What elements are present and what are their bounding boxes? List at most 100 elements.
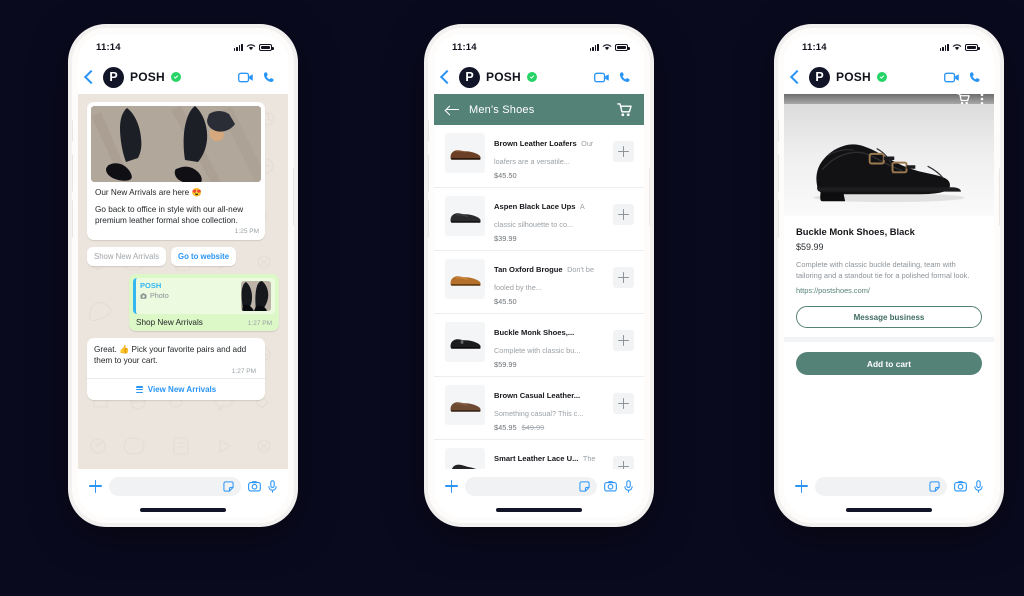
message-input[interactable] — [815, 476, 947, 496]
add-attachment-icon[interactable] — [795, 479, 808, 493]
incoming-message-bubble-2[interactable]: Great. 👍 Pick your favorite pairs and ad… — [87, 338, 265, 401]
product-name: Brown Leather Loafers — [494, 139, 577, 148]
shoe-image — [813, 144, 965, 203]
phone-volume-down-button — [778, 200, 779, 238]
product-url[interactable]: https://postshoes.com/ — [796, 286, 982, 295]
add-to-cart-button[interactable]: Add to cart — [796, 352, 982, 376]
product-price: $59.99 — [494, 360, 604, 369]
catalog-header: Men's Shoes — [434, 94, 644, 125]
add-to-cart-button[interactable] — [613, 456, 634, 469]
message-business-button[interactable]: Message business — [796, 306, 982, 329]
microphone-icon[interactable] — [974, 479, 983, 493]
quick-reply-buttons: Show New Arrivals Go to website — [87, 247, 279, 267]
chat-header: P POSH — [78, 60, 288, 94]
product-thumbnail[interactable] — [445, 322, 485, 362]
add-attachment-icon[interactable] — [89, 479, 102, 493]
incoming-message-bubble[interactable]: Our New Arrivals are here 😍 Go back to o… — [87, 102, 265, 241]
product-row[interactable]: Buckle Monk Shoes,... Complete with clas… — [434, 314, 644, 377]
add-to-cart-button[interactable] — [613, 393, 634, 414]
add-attachment-icon[interactable] — [445, 479, 458, 493]
add-to-cart-button[interactable] — [613, 141, 634, 162]
message-line-1: Our New Arrivals are here 😍 — [95, 188, 202, 197]
view-new-arrivals-button[interactable]: View New Arrivals — [87, 379, 265, 400]
product-thumbnail[interactable] — [445, 448, 485, 469]
add-to-cart-button[interactable] — [613, 267, 634, 288]
quick-reply-go-to-website[interactable]: Go to website — [171, 247, 237, 267]
sticker-icon[interactable] — [579, 480, 590, 492]
sticker-icon[interactable] — [929, 480, 940, 492]
contact-name[interactable]: POSH — [486, 70, 521, 84]
product-row[interactable]: Smart Leather Lace U... The quintessenti… — [434, 440, 644, 469]
outgoing-caption-text: Shop New Arrivals — [136, 318, 203, 328]
message-image[interactable] — [91, 106, 261, 182]
avatar[interactable]: P — [809, 66, 830, 88]
product-hero-image[interactable] — [784, 104, 994, 216]
product-thumbnail[interactable] — [445, 133, 485, 173]
shopping-cart-icon[interactable] — [617, 102, 632, 117]
microphone-icon[interactable] — [624, 479, 633, 493]
back-chevron-icon[interactable] — [439, 69, 455, 85]
add-to-cart-button[interactable] — [613, 204, 634, 225]
avatar[interactable]: P — [459, 66, 480, 88]
back-arrow-icon[interactable] — [446, 105, 459, 115]
product-thumbnail[interactable] — [445, 196, 485, 236]
product-row[interactable]: Brown Leather Loafers Our loafers are a … — [434, 125, 644, 188]
product-price: $45.95 $49.99 — [494, 423, 604, 432]
list-icon — [135, 386, 143, 394]
product-name: Smart Leather Lace U... — [494, 454, 579, 463]
sticker-icon[interactable] — [223, 480, 234, 492]
product-row[interactable]: Aspen Black Lace Ups A classic silhouett… — [434, 188, 644, 251]
product-price: $39.99 — [494, 234, 604, 243]
product-name: Aspen Black Lace Ups — [494, 202, 576, 211]
outgoing-message-bubble[interactable]: POSH Photo Shop New Arrivals 1:27 PM — [129, 274, 279, 332]
message-input-bar — [434, 469, 644, 503]
avatar[interactable]: P — [103, 66, 124, 88]
quick-reply-show-new-arrivals[interactable]: Show New Arrivals — [87, 247, 166, 267]
product-title: Buckle Monk Shoes, Black — [796, 226, 915, 237]
price-current: $45.50 — [494, 171, 517, 180]
contact-name[interactable]: POSH — [836, 70, 871, 84]
incoming-2-body: Great. 👍 Pick your favorite pairs and ad… — [87, 338, 265, 378]
phone-call-icon[interactable] — [969, 71, 982, 84]
message-input[interactable] — [109, 476, 241, 496]
camera-icon[interactable] — [248, 480, 261, 492]
phone-mute-switch — [778, 120, 779, 142]
home-indicator — [434, 503, 644, 517]
header-actions — [594, 71, 632, 84]
phone1-screen: 11:14 P POSH Our New Arrivals are here 😍… — [78, 34, 288, 517]
add-to-cart-button[interactable] — [613, 330, 634, 351]
camera-icon[interactable] — [954, 480, 967, 492]
phone-call-icon[interactable] — [619, 71, 632, 84]
phone-power-button — [999, 168, 1000, 226]
wifi-icon — [602, 44, 612, 51]
quoted-message[interactable]: POSH Photo — [133, 278, 275, 315]
message-input[interactable] — [465, 476, 597, 496]
product-info: Brown Leather Loafers Our loafers are a … — [494, 133, 604, 180]
phone-power-button — [649, 168, 650, 226]
product-thumbnail[interactable] — [445, 259, 485, 299]
back-chevron-icon[interactable] — [789, 69, 805, 85]
verified-badge-icon — [526, 72, 537, 82]
back-chevron-icon[interactable] — [83, 69, 99, 85]
camera-icon[interactable] — [604, 480, 617, 492]
shoe-image — [451, 464, 477, 469]
phone-volume-up-button — [72, 154, 73, 192]
chat-message-list[interactable]: Our New Arrivals are here 😍 Go back to o… — [78, 94, 288, 469]
phone-call-icon[interactable] — [263, 71, 276, 84]
shoe-image — [450, 402, 481, 412]
product-thumbnail[interactable] — [445, 385, 485, 425]
product-row[interactable]: Tan Oxford Brogue Don't be fooled by the… — [434, 251, 644, 314]
catalog-product-list[interactable]: Brown Leather Loafers Our loafers are a … — [434, 125, 644, 469]
microphone-icon[interactable] — [268, 479, 277, 493]
price-current: $39.99 — [494, 234, 517, 243]
product-row[interactable]: Brown Casual Leather... Something casual… — [434, 377, 644, 440]
message-text: Our New Arrivals are here 😍 Go back to o… — [91, 182, 261, 226]
catalog-title: Men's Shoes — [469, 103, 535, 116]
video-call-icon[interactable] — [594, 72, 610, 83]
product-price: $45.50 — [494, 171, 604, 180]
video-call-icon[interactable] — [238, 72, 254, 83]
phone-mockup-catalog: 11:14 P POSH Men's Shoes Brown Leather L… — [428, 28, 650, 523]
video-call-icon[interactable] — [944, 72, 960, 83]
contact-name[interactable]: POSH — [130, 70, 165, 84]
quoted-sender: POSH — [140, 281, 162, 291]
